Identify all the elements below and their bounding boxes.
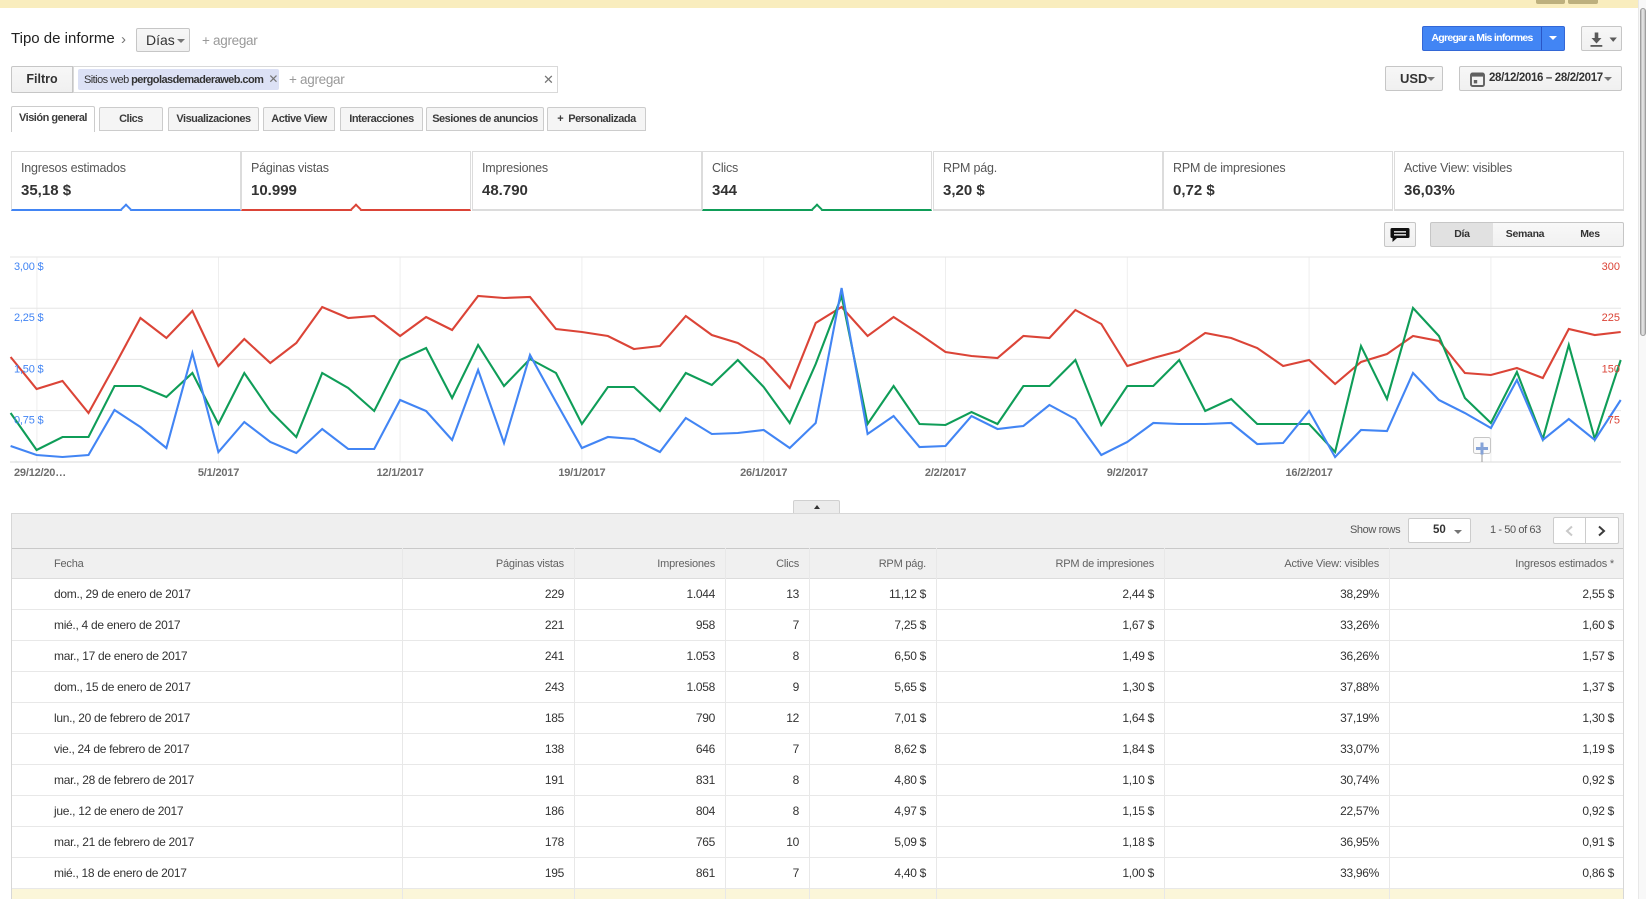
svg-text:29/12/20…: 29/12/20…: [14, 467, 66, 479]
svg-text:9/2/2017: 9/2/2017: [1107, 467, 1148, 479]
svg-text:2/2/2017: 2/2/2017: [925, 467, 966, 479]
svg-text:19/1/2017: 19/1/2017: [558, 467, 605, 479]
svg-text:1,50 $: 1,50 $: [14, 363, 43, 375]
svg-text:26/1/2017: 26/1/2017: [740, 467, 787, 479]
svg-text:150: 150: [1602, 363, 1620, 375]
svg-text:300: 300: [1602, 261, 1620, 273]
svg-text:16/2/2017: 16/2/2017: [1286, 467, 1333, 479]
svg-text:5/1/2017: 5/1/2017: [198, 467, 239, 479]
svg-text:75: 75: [1608, 415, 1620, 427]
svg-text:225: 225: [1602, 312, 1620, 324]
svg-text:2,25 $: 2,25 $: [14, 312, 43, 324]
svg-text:12/1/2017: 12/1/2017: [377, 467, 424, 479]
svg-text:3,00 $: 3,00 $: [14, 261, 43, 273]
svg-text:0,75 $: 0,75 $: [14, 415, 43, 427]
